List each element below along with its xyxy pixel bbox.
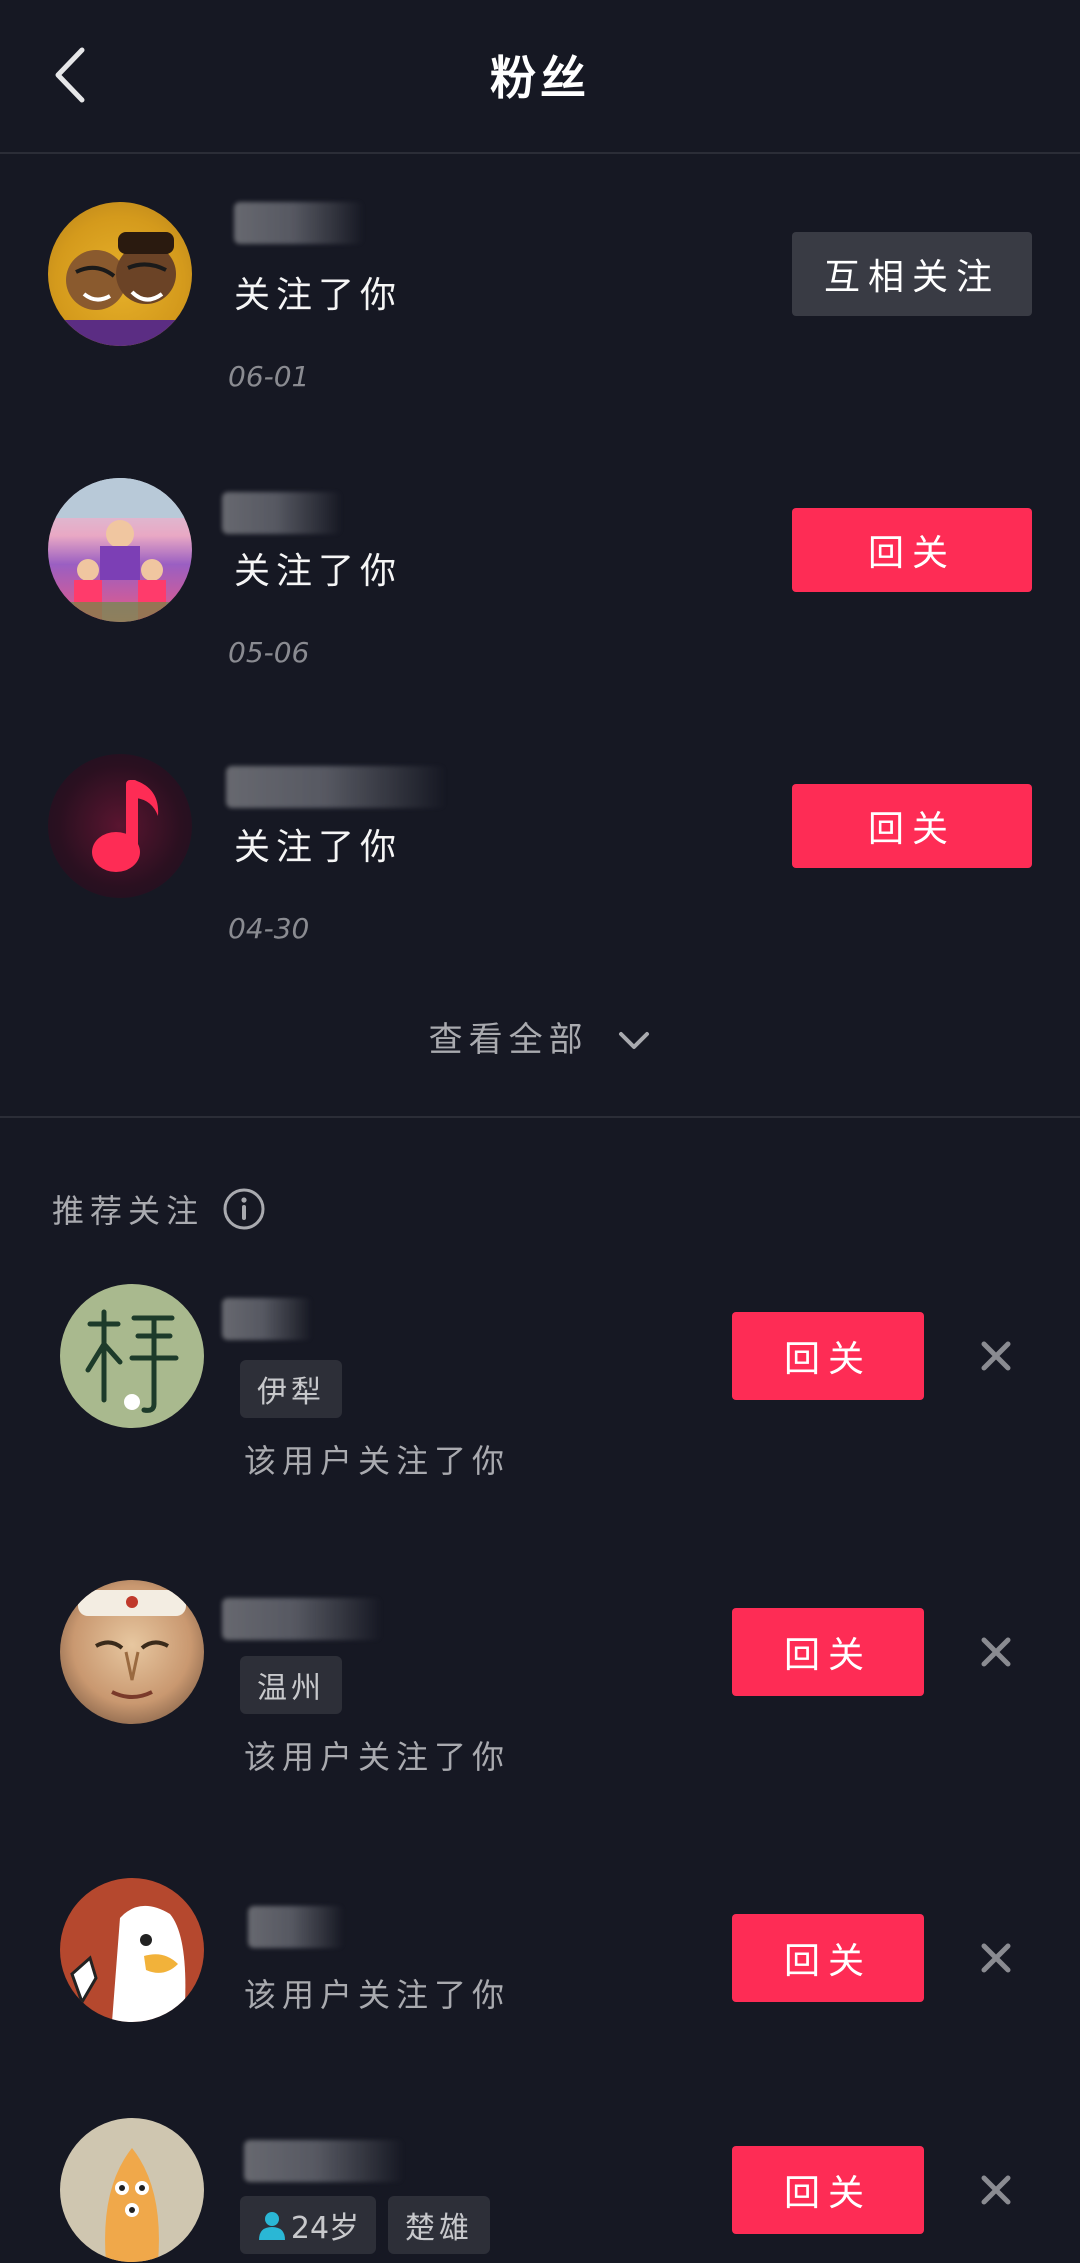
username-redacted bbox=[226, 766, 446, 808]
avatar[interactable] bbox=[48, 478, 192, 622]
fan-item[interactable]: 关注了你 06-01 互相关注 bbox=[0, 202, 1080, 478]
info-circle-icon[interactable] bbox=[222, 1187, 266, 1231]
avatar[interactable] bbox=[48, 202, 192, 346]
recommend-item[interactable]: 该用户关注了你 回关 bbox=[0, 1878, 1080, 2038]
location-tag: 温州 bbox=[240, 1656, 342, 1714]
avatar-image bbox=[70, 1905, 186, 2022]
mutual-follow-button[interactable]: 互相关注 bbox=[792, 232, 1032, 316]
username-redacted bbox=[244, 2140, 404, 2182]
fan-action-text: 关注了你 bbox=[234, 827, 403, 868]
avatar[interactable] bbox=[48, 754, 192, 898]
avatar-image bbox=[85, 1309, 179, 1413]
follow-back-button[interactable]: 回关 bbox=[792, 508, 1032, 592]
close-icon bbox=[981, 1341, 1011, 1371]
chevron-down-icon bbox=[617, 1022, 651, 1062]
fan-date: 05-06 bbox=[228, 636, 310, 669]
username-redacted bbox=[248, 1906, 344, 1948]
section-divider bbox=[0, 1116, 1080, 1118]
recommend-desc: 该用户关注了你 bbox=[244, 1738, 511, 1776]
age-tag: 24岁 bbox=[240, 2196, 376, 2254]
recommend-item[interactable]: 温州 该用户关注了你 回关 bbox=[0, 1580, 1080, 1800]
avatar[interactable] bbox=[60, 1878, 204, 2022]
fan-item[interactable]: 关注了你 04-30 回关 bbox=[0, 754, 1080, 1030]
avatar[interactable] bbox=[60, 1284, 204, 1428]
username-redacted bbox=[222, 1298, 312, 1340]
see-all-label: 查看全部 bbox=[428, 1020, 589, 1060]
fan-item[interactable]: 关注了你 05-06 回关 bbox=[0, 478, 1080, 754]
close-icon bbox=[981, 1637, 1011, 1667]
follow-back-button[interactable]: 回关 bbox=[732, 1608, 924, 1696]
follow-back-button[interactable]: 回关 bbox=[732, 1914, 924, 2002]
follow-back-button[interactable]: 回关 bbox=[732, 2146, 924, 2234]
fans-screen: 粉丝 关注了你 06-01 互相关注 关注了你 05-06 回关 关注了你 04… bbox=[0, 0, 1080, 2263]
avatar[interactable] bbox=[60, 1580, 204, 1724]
dismiss-button[interactable] bbox=[976, 1336, 1016, 1376]
recommend-item[interactable]: 伊犁 该用户关注了你 回关 bbox=[0, 1284, 1080, 1504]
close-icon bbox=[981, 2175, 1011, 2205]
recommend-item[interactable]: 24岁 楚雄 回关 bbox=[0, 2118, 1080, 2263]
page-title: 粉丝 bbox=[490, 51, 590, 105]
dismiss-button[interactable] bbox=[976, 2170, 1016, 2210]
avatar-image bbox=[48, 232, 192, 346]
recommend-title: 推荐关注 bbox=[52, 1192, 205, 1230]
username-redacted bbox=[222, 1598, 382, 1640]
location-tag: 楚雄 bbox=[388, 2196, 490, 2254]
recommend-desc: 该用户关注了你 bbox=[244, 1976, 511, 2014]
location-tag: 伊犁 bbox=[240, 1360, 342, 1418]
recommend-desc: 该用户关注了你 bbox=[244, 1442, 511, 1480]
age-text: 24岁 bbox=[290, 2211, 360, 2246]
fan-date: 04-30 bbox=[228, 912, 310, 945]
top-bar: 粉丝 bbox=[0, 0, 1080, 154]
avatar[interactable] bbox=[60, 2118, 204, 2262]
close-icon bbox=[981, 1943, 1011, 1973]
dismiss-button[interactable] bbox=[976, 1938, 1016, 1978]
fan-action-text: 关注了你 bbox=[234, 551, 403, 592]
avatar-image bbox=[48, 478, 192, 622]
fan-date: 06-01 bbox=[228, 360, 310, 393]
follow-back-button[interactable]: 回关 bbox=[792, 784, 1032, 868]
fan-action-text: 关注了你 bbox=[234, 275, 403, 316]
follow-back-button[interactable]: 回关 bbox=[732, 1312, 924, 1400]
see-all-link[interactable]: 查看全部 bbox=[0, 1012, 1080, 1062]
avatar-image bbox=[78, 1590, 186, 1699]
recommend-header: 推荐关注 bbox=[52, 1186, 266, 1232]
avatar-image bbox=[105, 2148, 159, 2262]
dismiss-button[interactable] bbox=[976, 1632, 1016, 1672]
username-redacted bbox=[234, 202, 364, 244]
music-note-icon bbox=[92, 780, 159, 872]
username-redacted bbox=[222, 492, 342, 534]
person-icon bbox=[258, 2212, 285, 2240]
